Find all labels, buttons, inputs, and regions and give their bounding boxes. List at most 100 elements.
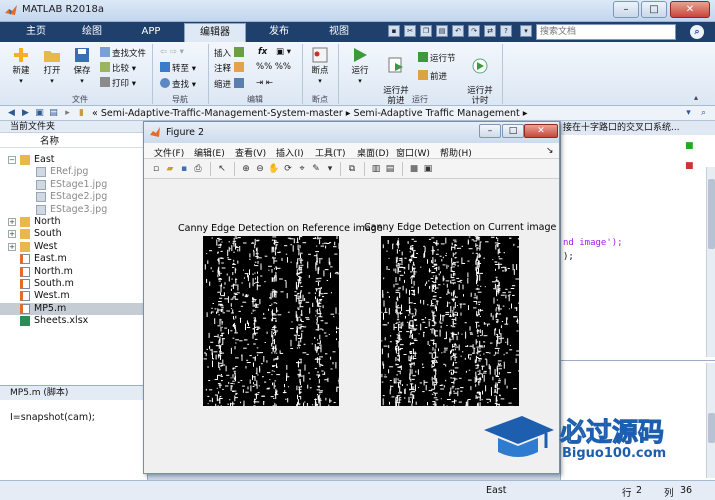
- dock-figure-icon[interactable]: ↘: [546, 146, 554, 156]
- quick-access-menu-icon[interactable]: ▾: [520, 25, 532, 37]
- folder-expander-icon[interactable]: +: [8, 242, 16, 251]
- figure-menu-item[interactable]: 插入(I): [276, 146, 304, 159]
- file-list-item[interactable]: South.m: [0, 278, 147, 290]
- data-cursor-icon[interactable]: ⌖: [296, 163, 308, 175]
- tab-plots[interactable]: 绘图: [66, 23, 118, 42]
- figure-menu-item[interactable]: 窗口(W): [396, 146, 430, 159]
- zoom-out-icon[interactable]: ⊖: [254, 163, 266, 175]
- figure-menu-item[interactable]: 文件(F): [154, 146, 184, 159]
- copy-quick-icon[interactable]: ❐: [420, 25, 432, 37]
- rotate-3d-icon[interactable]: ⟳: [282, 163, 294, 175]
- breakpoints-button[interactable]: 断点 ▾: [306, 46, 334, 86]
- figure-menu-item[interactable]: 工具(T): [315, 146, 346, 159]
- file-list-item[interactable]: EStage2.jpg: [0, 191, 147, 203]
- documentation-search-input[interactable]: [536, 24, 676, 40]
- name-column-header[interactable]: 名称: [0, 135, 147, 148]
- comment-extra-icon[interactable]: %% %%: [256, 62, 291, 73]
- cut-quick-icon[interactable]: ✂: [404, 25, 416, 37]
- brush-icon[interactable]: ✎: [310, 163, 322, 175]
- search-icon[interactable]: ⌕: [690, 25, 704, 39]
- current-edge-image[interactable]: [381, 236, 519, 406]
- figure-menu-item[interactable]: 桌面(D): [357, 146, 389, 159]
- run-section-button[interactable]: 运行节: [418, 52, 456, 64]
- print-button[interactable]: 打印 ▾: [100, 77, 136, 89]
- forward-arrow-icon[interactable]: ▶: [20, 108, 31, 119]
- run-button[interactable]: 运行 ▾: [344, 46, 376, 86]
- maximize-button[interactable]: □: [641, 1, 667, 18]
- tab-view[interactable]: 视图: [312, 23, 366, 42]
- figure-close-button[interactable]: ✕: [524, 124, 558, 138]
- tab-editor[interactable]: 编辑器: [184, 23, 246, 42]
- browse-folder-icon[interactable]: ▤: [48, 108, 59, 119]
- back-arrow-icon[interactable]: ◀: [6, 108, 17, 119]
- file-list-item[interactable]: MP5.m: [0, 302, 147, 315]
- reference-edge-image[interactable]: [203, 236, 339, 406]
- address-path[interactable]: « Semi-Adaptive-Traffic-Management-Syste…: [92, 108, 528, 119]
- hide-plot-tools-icon[interactable]: ■: [408, 163, 420, 175]
- file-list-item[interactable]: Sheets.xlsx: [0, 315, 147, 327]
- tab-publish[interactable]: 发布: [252, 23, 306, 42]
- file-list-item[interactable]: + South: [0, 228, 147, 240]
- figure-menu-item[interactable]: 查看(V): [235, 146, 266, 159]
- collapse-ribbon-icon[interactable]: ▴: [694, 92, 698, 103]
- edit-plot-arrow-icon[interactable]: ↖: [216, 163, 228, 175]
- editor-scrollbar-thumb[interactable]: [708, 179, 715, 249]
- editor-tab-text[interactable]: 接在十字路口的交叉口系统...: [561, 121, 715, 135]
- goto-button[interactable]: 转至 ▾: [160, 62, 196, 74]
- tab-apps[interactable]: APP: [124, 23, 178, 42]
- file-list-item[interactable]: East.m: [0, 253, 147, 265]
- address-dropdown-icon[interactable]: ▸: [62, 108, 73, 119]
- indent-button[interactable]: 缩进: [214, 78, 246, 90]
- up-folder-icon[interactable]: ▣: [34, 108, 45, 119]
- save-quick-icon[interactable]: ▪: [388, 25, 400, 37]
- undo-quick-icon[interactable]: ↶: [452, 25, 464, 37]
- editor-code-line-1[interactable]: nd image');: [563, 238, 623, 248]
- run-and-time-button[interactable]: 运行并 计时: [462, 46, 498, 106]
- file-list-item[interactable]: EStage1.jpg: [0, 179, 147, 191]
- pan-hand-icon[interactable]: ✋: [268, 163, 280, 175]
- indent-extra-icon[interactable]: ⇥ ⇤: [256, 78, 273, 89]
- find-button[interactable]: 查找 ▾: [160, 78, 196, 90]
- address-history-dropdown-icon[interactable]: ▾: [683, 108, 694, 119]
- file-list-item[interactable]: North.m: [0, 266, 147, 278]
- save-figure-icon[interactable]: ▪: [178, 163, 190, 175]
- file-list-item[interactable]: + North: [0, 216, 147, 228]
- redo-quick-icon[interactable]: ↷: [468, 25, 480, 37]
- editor-scrollbar[interactable]: [706, 167, 715, 357]
- compare-button[interactable]: 比较 ▾: [100, 62, 136, 74]
- file-list-item[interactable]: West.m: [0, 290, 147, 302]
- legend-icon[interactable]: ▤: [384, 163, 396, 175]
- open-button[interactable]: 打开 ▾: [38, 46, 66, 86]
- advance-button[interactable]: 前进: [418, 70, 447, 82]
- folder-expander-icon[interactable]: +: [8, 230, 16, 239]
- folder-expander-icon[interactable]: +: [8, 218, 16, 226]
- search-folder-icon[interactable]: ⌕: [698, 108, 709, 119]
- file-list-item[interactable]: ERef.jpg: [0, 166, 147, 178]
- figure-menu-item[interactable]: 编辑(E): [194, 146, 225, 159]
- close-button[interactable]: ✕: [670, 1, 710, 18]
- brush-dropdown-icon[interactable]: ▾: [324, 163, 336, 175]
- new-figure-icon[interactable]: ▫: [150, 163, 162, 175]
- switch-window-icon[interactable]: ⇄: [484, 25, 496, 37]
- editor-code-line-2[interactable]: );: [563, 252, 574, 262]
- folder-expander-icon[interactable]: −: [8, 156, 16, 164]
- find-files-button[interactable]: 查找文件: [100, 47, 146, 59]
- colorbar-icon[interactable]: ▥: [370, 163, 382, 175]
- new-button[interactable]: 新建 ▾: [6, 46, 36, 86]
- file-list-item[interactable]: − East: [0, 154, 147, 166]
- figure-title-bar[interactable]: Figure 2 – □ ✕: [144, 122, 559, 143]
- file-list-item[interactable]: + West: [0, 241, 147, 253]
- comment-button[interactable]: 注释: [214, 62, 246, 74]
- edit-extra-icon[interactable]: ▣ ▾: [276, 47, 291, 58]
- figure-minimize-button[interactable]: –: [479, 124, 501, 138]
- figure-maximize-button[interactable]: □: [502, 124, 524, 138]
- link-plot-icon[interactable]: ⧉: [346, 163, 358, 175]
- paste-quick-icon[interactable]: ▤: [436, 25, 448, 37]
- insert-button[interactable]: 插入: [214, 47, 246, 59]
- help-quick-icon[interactable]: ?: [500, 25, 512, 37]
- save-button[interactable]: 保存 ▾: [68, 46, 96, 86]
- open-file-icon[interactable]: ▰: [164, 163, 176, 175]
- minimize-button[interactable]: –: [613, 1, 639, 18]
- figure-menu-item[interactable]: 帮助(H): [440, 146, 472, 159]
- back-forward-buttons[interactable]: ⇦ ⇨ ▾: [160, 47, 184, 58]
